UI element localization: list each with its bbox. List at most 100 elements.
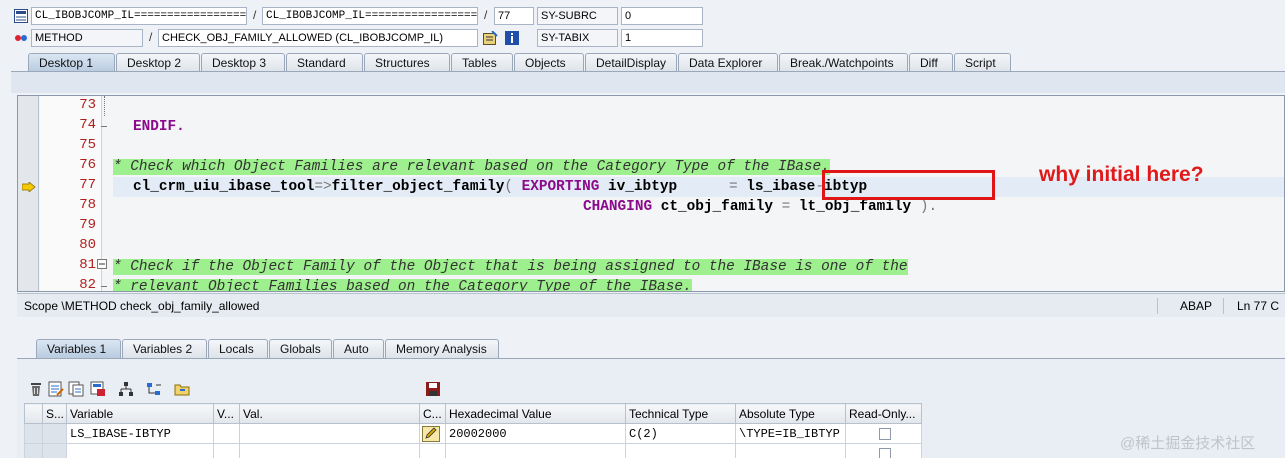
- fold-marker: [101, 126, 107, 127]
- tab-variables-2[interactable]: Variables 2: [122, 339, 207, 358]
- line-number: 81: [79, 257, 96, 273]
- editor-frame: [11, 71, 1285, 93]
- tab-objects[interactable]: Objects: [514, 53, 584, 72]
- column-header-technical-type[interactable]: Technical Type: [625, 403, 736, 424]
- source-display-icon[interactable]: [482, 30, 498, 46]
- column-header-v[interactable]: V...: [213, 403, 240, 424]
- tab-diff[interactable]: Diff: [909, 53, 953, 72]
- tab-desktop-3[interactable]: Desktop 3: [201, 53, 285, 72]
- keyword-endif: ENDIF.: [133, 119, 185, 135]
- change-cell: [419, 443, 446, 458]
- include-field[interactable]: CL_IBOBJCOMP_IL=================: [262, 7, 478, 25]
- value-cell[interactable]: [239, 443, 420, 458]
- fold-collapse-icon[interactable]: [97, 259, 107, 269]
- param-iv-ibtyp: iv_ibtyp: [608, 179, 678, 195]
- tab-breakpoints-watchpoints[interactable]: Break./Watchpoints: [779, 53, 908, 72]
- code-line-77: cl_crm_uiu_ibase_tool=>filter_object_fam…: [133, 177, 867, 197]
- variable-name-cell[interactable]: [66, 443, 214, 458]
- sysfield-value-1[interactable]: 0: [621, 7, 703, 25]
- row-selector[interactable]: [24, 423, 43, 444]
- desktop-tabs: Desktop 1 Desktop 2 Desktop 3 Standard S…: [28, 53, 1012, 72]
- column-header-variable[interactable]: Variable: [66, 403, 214, 424]
- program-field[interactable]: CL_IBOBJCOMP_IL=================: [31, 7, 247, 25]
- value-cell[interactable]: [239, 423, 420, 444]
- hierarchy-icon[interactable]: [118, 381, 134, 397]
- tab-standard[interactable]: Standard: [286, 53, 363, 72]
- delete-icon[interactable]: [28, 381, 44, 397]
- tree-expand-icon[interactable]: [146, 381, 162, 397]
- variable-tabs: Variables 1 Variables 2 Locals Globals A…: [36, 339, 500, 358]
- absolute-type-cell[interactable]: \TYPE=IB_IBTYP: [735, 423, 846, 444]
- column-header-value[interactable]: Val.: [239, 403, 420, 424]
- tab-globals[interactable]: Globals: [269, 339, 332, 358]
- scope-label: Scope \METHOD check_obj_family_allowed: [24, 299, 260, 313]
- status-separator: [1223, 298, 1224, 314]
- event-type-field[interactable]: METHOD: [31, 29, 143, 47]
- line-numbers: 73 74 75 76 77 78 79 80 81 82: [40, 96, 102, 291]
- line-number: 73: [79, 97, 96, 113]
- tab-variables-1[interactable]: Variables 1: [36, 339, 121, 358]
- tab-script[interactable]: Script: [954, 53, 1011, 72]
- change-cell[interactable]: [419, 423, 446, 444]
- tab-desktop-2[interactable]: Desktop 2: [116, 53, 200, 72]
- read-only-cell: [845, 423, 922, 444]
- v-cell: [213, 443, 240, 458]
- code-line-81: * Check if the Object Family of the Obje…: [113, 257, 908, 277]
- row-selector[interactable]: [24, 443, 43, 458]
- sysfield-value-2[interactable]: 1: [621, 29, 703, 47]
- assign-operator: =: [781, 199, 791, 215]
- program-icon: [13, 8, 29, 24]
- table-row[interactable]: LS_IBASE-IBTYP 20002000 C(2) \TYPE=IB_IB…: [24, 423, 922, 444]
- code-line-74: ENDIF.: [133, 117, 185, 137]
- tab-locals[interactable]: Locals: [208, 339, 268, 358]
- sysfield-name-1[interactable]: SY-SUBRC: [537, 7, 618, 25]
- tab-structures[interactable]: Structures: [364, 53, 450, 72]
- sysfield-name-2[interactable]: SY-TABIX: [537, 29, 618, 47]
- line-number: 82: [79, 277, 96, 292]
- column-header-absolute-type[interactable]: Absolute Type: [735, 403, 846, 424]
- annotation-label: why initial here?: [1039, 163, 1204, 186]
- keyword-changing: CHANGING: [583, 199, 653, 215]
- status-cell: [42, 423, 67, 444]
- pencil-icon[interactable]: [422, 425, 440, 442]
- source-editor[interactable]: 73 74 75 76 77 78 79 80 81 82 ENDIF. * C…: [17, 95, 1285, 292]
- line-number: 78: [79, 197, 96, 213]
- line-number-field[interactable]: 77: [494, 7, 534, 25]
- param-ct-obj-family: ct_obj_family: [660, 199, 773, 215]
- save-layout-icon[interactable]: [90, 381, 106, 397]
- absolute-type-cell: [735, 443, 846, 458]
- column-header-status[interactable]: S...: [42, 403, 67, 424]
- tab-desktop-1[interactable]: Desktop 1: [28, 53, 115, 72]
- tab-data-explorer[interactable]: Data Explorer: [678, 53, 778, 72]
- code-line-76: * Check which Object Families are releva…: [113, 157, 830, 177]
- edit-list-icon[interactable]: [48, 381, 64, 397]
- tab-auto[interactable]: Auto: [333, 339, 384, 358]
- row-selector-header[interactable]: [24, 403, 43, 424]
- open-paren: (: [504, 179, 513, 195]
- tab-detaildisplay[interactable]: DetailDisplay: [585, 53, 677, 72]
- tab-memory-analysis[interactable]: Memory Analysis: [385, 339, 499, 358]
- column-header-change[interactable]: C...: [419, 403, 446, 424]
- comment-line-76: * Check which Object Families are releva…: [113, 159, 830, 175]
- comment-line-81: * Check if the Object Family of the Obje…: [113, 259, 908, 275]
- technical-type-cell: [625, 443, 736, 458]
- line-number: 80: [79, 237, 96, 253]
- technical-type-cell: C(2): [625, 423, 736, 444]
- line-number: 77: [79, 177, 96, 193]
- save-icon[interactable]: [425, 381, 441, 397]
- table-header-row: S... Variable V... Val. C... Hexadecimal…: [24, 403, 922, 424]
- separator: /: [149, 30, 153, 44]
- info-icon[interactable]: [504, 30, 520, 46]
- keyword-exporting: EXPORTING: [521, 179, 600, 195]
- copy-icon[interactable]: [68, 381, 84, 397]
- class-name: cl_crm_uiu_ibase_tool: [133, 179, 315, 195]
- tab-tables[interactable]: Tables: [451, 53, 513, 72]
- variables-table: S... Variable V... Val. C... Hexadecimal…: [24, 403, 922, 458]
- variable-name-cell[interactable]: LS_IBASE-IBTYP: [66, 423, 214, 444]
- folder-icon[interactable]: [174, 381, 190, 397]
- column-header-hex-value[interactable]: Hexadecimal Value: [445, 403, 626, 424]
- event-name-field[interactable]: CHECK_OBJ_FAMILY_ALLOWED (CL_IBOBJCOMP_I…: [158, 29, 478, 47]
- column-header-read-only[interactable]: Read-Only...: [845, 403, 922, 424]
- hex-value-cell: 20002000: [445, 423, 626, 444]
- table-row[interactable]: [24, 443, 922, 458]
